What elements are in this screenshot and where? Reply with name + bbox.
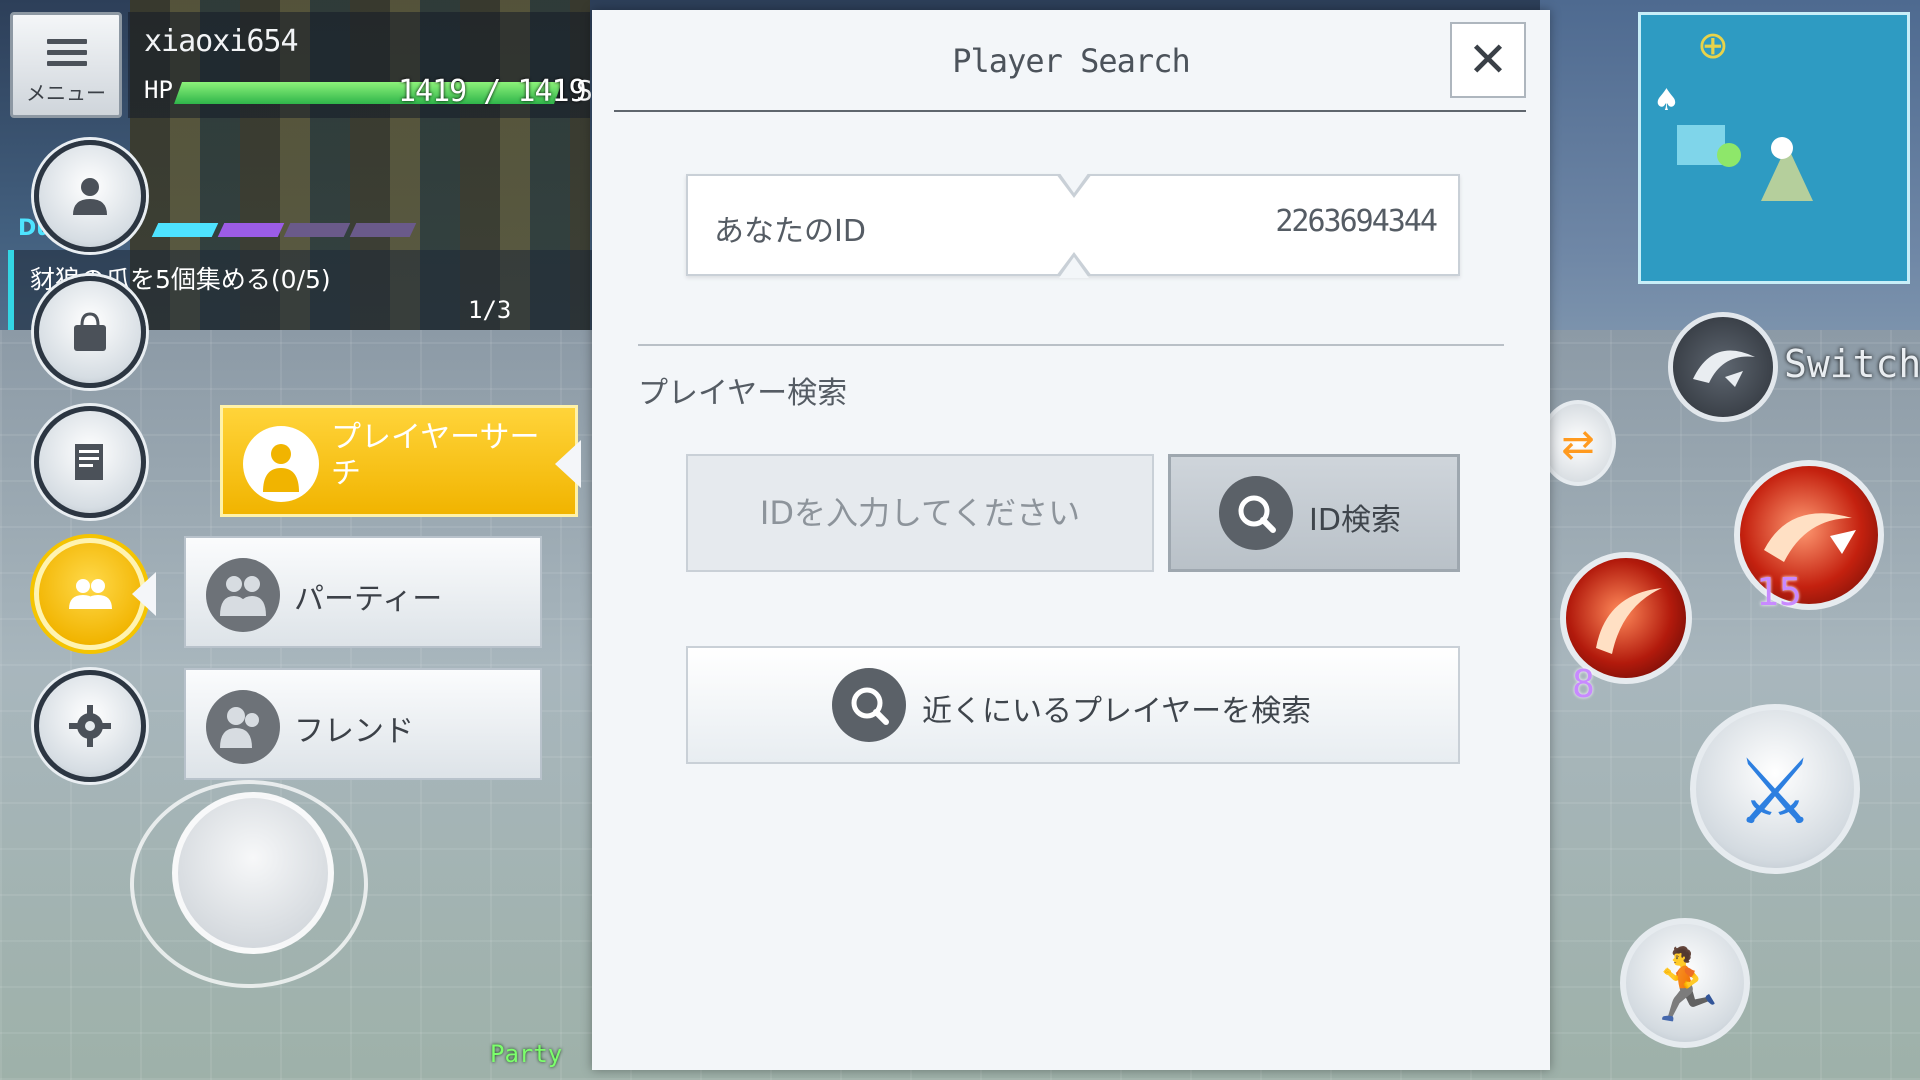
hp-value: 1419 / 1419 (398, 74, 587, 109)
sword-icon: ⚔ (1734, 740, 1816, 845)
quest-log-button[interactable] (34, 406, 146, 518)
submenu-pointer (132, 572, 156, 616)
quest-segment (217, 223, 285, 237)
menu-button[interactable]: メニュー (10, 12, 122, 118)
quest-progress-segments (151, 222, 419, 241)
active-item-pointer (555, 440, 581, 488)
minimap[interactable]: ⊕ ♠ (1638, 12, 1910, 284)
target-marker-icon: ⊕ (1697, 23, 1729, 67)
hp-label: HP (144, 76, 173, 104)
player-search-label: プレイヤーサーチ (331, 420, 540, 491)
search-icon (1219, 476, 1293, 550)
your-id-value: 2263694344 (1275, 204, 1438, 239)
your-id-box: あなたのID 2263694344 (686, 172, 1460, 278)
skill-2-button[interactable]: 8 (1560, 552, 1692, 706)
ally-dot-icon (1717, 143, 1741, 167)
quest-count: 1/3 (468, 296, 512, 324)
axe-icon: ⇄ (1561, 422, 1595, 468)
player-name: xiaoxi654 (144, 24, 299, 59)
person-icon (73, 178, 107, 215)
section-divider (638, 344, 1504, 346)
search-icon (832, 668, 906, 742)
party-menu-item[interactable]: パーティー (184, 536, 542, 648)
nearby-search-label: 近くにいるプレイヤーを検索 (922, 694, 1312, 729)
player-search-menu-item[interactable]: プレイヤーサーチ (220, 405, 578, 517)
group-icon (69, 579, 112, 609)
hamburger-icon (47, 39, 87, 66)
crescent-skill-icon (1596, 588, 1662, 654)
player-search-icon (243, 426, 319, 502)
bag-icon (74, 312, 106, 351)
switch-icon (1668, 312, 1778, 422)
quest-segment (283, 223, 351, 237)
profile-button[interactable] (34, 140, 146, 252)
bag-button[interactable] (34, 276, 146, 388)
your-id-label: あなたのID (714, 214, 866, 249)
player-search-heading: プレイヤー検索 (638, 376, 848, 411)
settings-button[interactable] (34, 670, 146, 782)
title-divider (614, 110, 1526, 112)
id-input[interactable] (686, 454, 1154, 572)
friend-menu-item[interactable]: フレンド (184, 668, 542, 780)
menu-label: メニュー (26, 81, 106, 105)
dodge-button[interactable]: 🏃 (1620, 918, 1750, 1048)
party-label: パーティー (294, 582, 443, 617)
attack-button[interactable]: ⚔ (1690, 704, 1860, 874)
notch-bottom (1056, 252, 1092, 278)
id-search-button[interactable]: ID検索 (1168, 454, 1460, 572)
social-button[interactable] (34, 538, 146, 650)
nearby-search-button[interactable]: 近くにいるプレイヤーを検索 (686, 646, 1460, 764)
player-search-dialog: Player Search ✕ あなたのID 2263694344 プレイヤー検… (592, 10, 1550, 1070)
party-icon (206, 558, 280, 632)
movement-joystick[interactable] (172, 792, 334, 954)
friend-label: フレンド (294, 714, 414, 749)
close-icon: ✕ (1467, 32, 1509, 88)
skill-1-count: 15 (1756, 570, 1802, 614)
running-figure-icon: 🏃 (1641, 944, 1729, 1026)
player-status-panel: xiaoxi654 HP 1419 / 1419 S (128, 12, 593, 118)
close-button[interactable]: ✕ (1450, 22, 1526, 98)
quest-segment (349, 223, 417, 237)
dialog-title: Player Search (952, 42, 1190, 80)
skill-2-count: 8 (1572, 662, 1595, 706)
id-search-label: ID検索 (1309, 503, 1401, 538)
switch-button[interactable]: Switch (1668, 312, 1920, 422)
player-location-icon (1771, 137, 1793, 159)
switch-label: Switch (1784, 342, 1920, 386)
hp-extra-label: S (576, 74, 593, 107)
notes-icon (75, 444, 103, 480)
notch-top (1056, 172, 1092, 198)
party-tag[interactable]: Party (490, 1040, 562, 1068)
tree-marker-icon: ♠ (1653, 83, 1680, 118)
friend-icon (206, 690, 280, 764)
weapon-swap-button[interactable]: ⇄ (1540, 400, 1616, 486)
quest-segment (151, 223, 219, 237)
skill-1-button[interactable]: 15 (1734, 460, 1884, 614)
gear-icon (69, 705, 111, 747)
